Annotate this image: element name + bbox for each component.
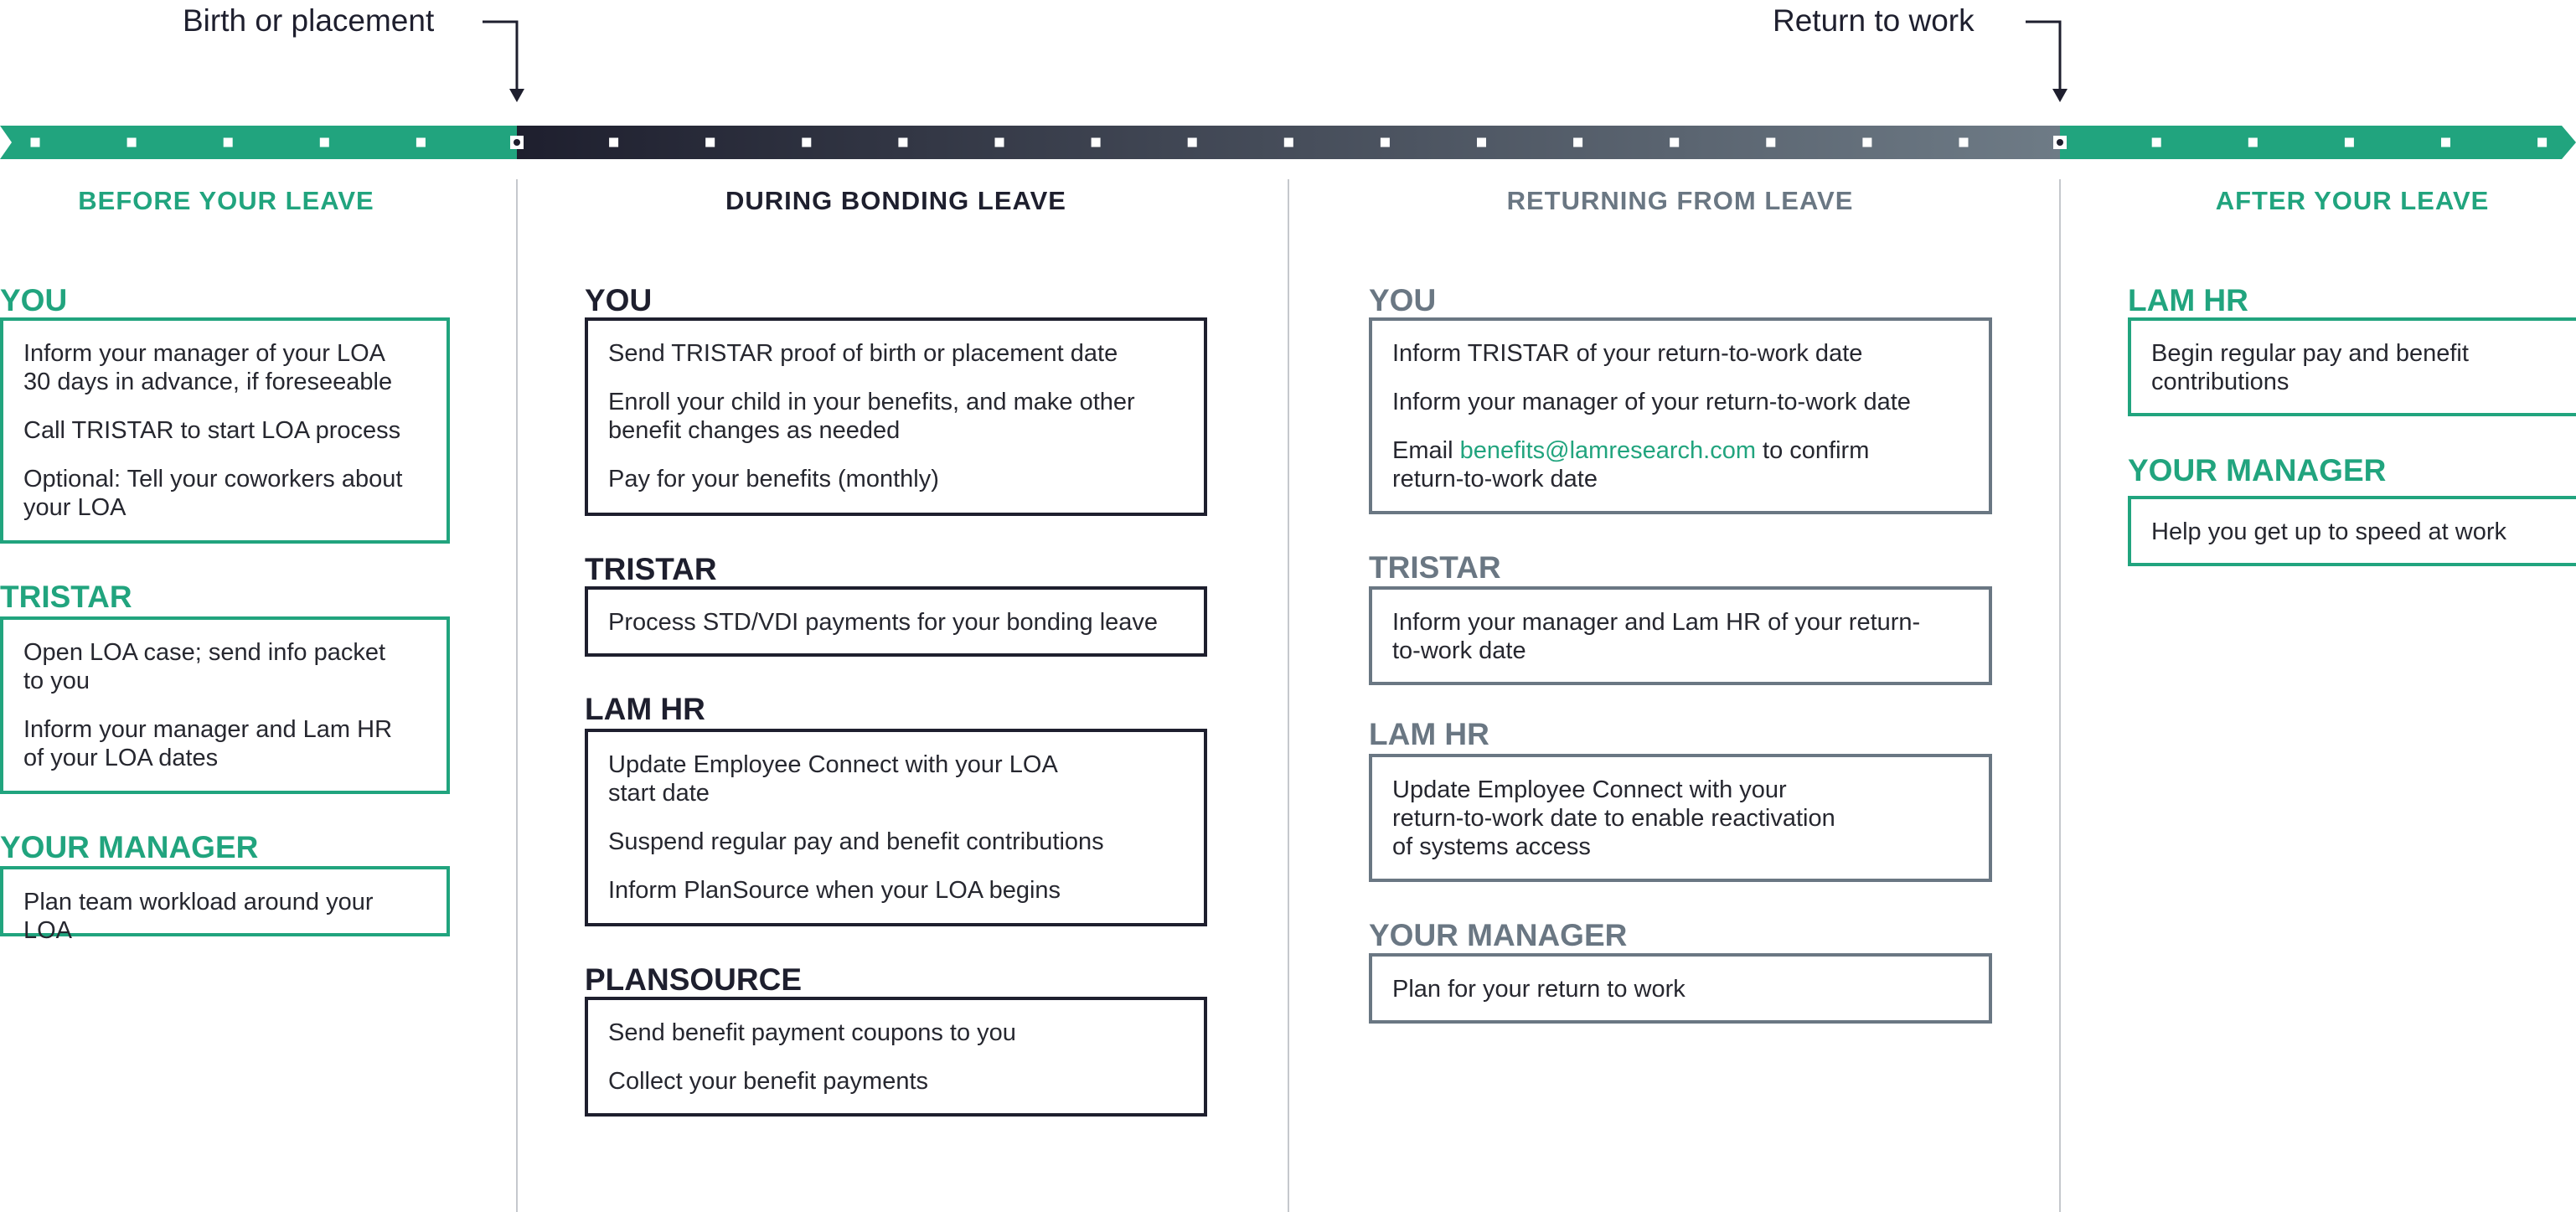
- timeline-dot: [1862, 137, 1872, 147]
- returning-manager-box: Plan for your return to work: [1369, 953, 1992, 1024]
- phase-title-before: BEFORE YOUR LEAVE: [78, 186, 374, 215]
- timeline-dot: [1187, 137, 1197, 147]
- returning-you-box: Inform TRISTAR of your return-to-work da…: [1369, 317, 1992, 514]
- list-item: Pay for your benefits (monthly): [608, 466, 939, 493]
- after-manager-heading: YOUR MANAGER: [2128, 453, 2387, 487]
- list-item: Update Employee Connect with your return…: [1392, 776, 1835, 860]
- timeline-dots: [30, 136, 2548, 149]
- list-item: Help you get up to speed at work: [2151, 518, 2506, 545]
- before-tristar-box: Open LOA case; send info packet to you In…: [0, 616, 450, 794]
- timeline-dot: [2151, 137, 2161, 147]
- divider-1: [516, 179, 518, 1212]
- timeline-dot: [1380, 137, 1390, 147]
- timeline-dot: [705, 137, 715, 147]
- timeline-dot: [2441, 137, 2450, 147]
- returning-you-email-item: Email benefits@lamresearch.com to confir…: [1392, 436, 1969, 493]
- timeline-dot: [2537, 137, 2548, 147]
- list-item: Inform PlanSource when your LOA begins: [608, 877, 1061, 904]
- list-item: Inform TRISTAR of your return-to-work da…: [1392, 340, 1863, 367]
- email-prefix: Email: [1392, 437, 1460, 464]
- after-lamhr-box: Begin regular pay and benefit contributi…: [2128, 317, 2576, 416]
- list-item: Send benefit payment coupons to you: [608, 1019, 1016, 1046]
- returning-lamhr-heading: LAM HR: [1369, 717, 1489, 751]
- before-manager-heading: YOUR MANAGER: [0, 830, 259, 864]
- list-item: Inform your manager of your LOA 30 days …: [23, 340, 393, 395]
- list-item: Inform your manager and Lam HR of your r…: [1392, 609, 1921, 664]
- timeline-marker: [2053, 136, 2067, 149]
- list-item: Plan for your return to work: [1392, 976, 1685, 1003]
- list-item: Collect your benefit payments: [608, 1068, 929, 1095]
- timeline-dot: [30, 137, 40, 147]
- phase-title-during: DURING BONDING LEAVE: [725, 186, 1066, 215]
- list-item: Process STD/VDI payments for your bondin…: [608, 609, 1159, 636]
- pointer-return-arrow: [2026, 20, 2062, 90]
- timeline-marker: [510, 136, 524, 149]
- timeline-dot: [416, 137, 426, 147]
- leave-timeline-diagram: Birth or placement Return to work BEFORE…: [0, 0, 2576, 1212]
- during-plansource-box: Send benefit payment coupons to you Colle…: [585, 997, 1207, 1117]
- before-tristar-heading: TRISTAR: [0, 580, 132, 614]
- email-link[interactable]: benefits@lamresearch.com: [1460, 437, 1756, 464]
- list-item: Open LOA case; send info packet to you: [23, 639, 386, 694]
- list-item: Update Employee Connect with your LOA st…: [608, 751, 1058, 807]
- pointer-return-arrowhead: [2052, 89, 2068, 102]
- timeline-marker-center: [514, 139, 520, 146]
- timeline-dot: [1573, 137, 1583, 147]
- timeline-marker-center: [2057, 139, 2063, 146]
- list-item: Inform your manager of your return-to-wo…: [1392, 389, 1911, 415]
- returning-lamhr-box: Update Employee Connect with your return…: [1369, 754, 1992, 882]
- after-lamhr-heading: LAM HR: [2128, 283, 2248, 317]
- returning-manager-heading: YOUR MANAGER: [1369, 918, 1628, 952]
- timeline-dot: [1670, 137, 1680, 147]
- timeline-dot: [1766, 137, 1776, 147]
- during-you-heading: YOU: [585, 283, 653, 317]
- returning-you-items: Inform TRISTAR of your return-to-work da…: [1392, 339, 1969, 416]
- divider-3: [2059, 179, 2061, 1212]
- during-you-box: Send TRISTAR proof of birth or placement…: [585, 317, 1207, 516]
- before-you-box: Inform your manager of your LOA 30 days …: [0, 317, 450, 544]
- timeline-dot: [1091, 137, 1101, 147]
- pointer-birth-arrowhead: [509, 89, 524, 102]
- before-manager-box: Plan team workload around your LOA: [0, 866, 450, 944]
- divider-2: [1288, 179, 1289, 1212]
- timeline-dot: [1283, 137, 1293, 147]
- pointer-label-birth: Birth or placement: [183, 3, 435, 38]
- timeline-dot: [802, 137, 812, 147]
- list-item: Suspend regular pay and benefit contribu…: [608, 828, 1104, 855]
- timeline-dot: [609, 137, 619, 147]
- list-item: Inform your manager and Lam HR of your L…: [23, 716, 393, 771]
- phase-title-after: AFTER YOUR LEAVE: [2215, 186, 2490, 215]
- timeline-segment-after: [2060, 126, 2576, 159]
- timeline-dot: [2344, 137, 2354, 147]
- timeline-dot: [126, 137, 137, 147]
- timeline-dot: [1959, 137, 1969, 147]
- before-you-heading: YOU: [0, 283, 68, 317]
- timeline-segment-before: [0, 126, 517, 159]
- list-item: Optional: Tell your coworkers about your…: [23, 466, 403, 521]
- during-plansource-heading: PLANSOURCE: [585, 962, 803, 997]
- during-tristar-box: Process STD/VDI payments for your bondin…: [585, 586, 1207, 657]
- timeline-segment-leave: [517, 126, 2060, 159]
- after-manager-box: Help you get up to speed at work: [2128, 496, 2576, 566]
- list-item: Call TRISTAR to start LOA process: [23, 417, 401, 444]
- timeline-dot: [223, 137, 233, 147]
- pointer-birth-arrow: [483, 20, 519, 90]
- pointer-label-return: Return to work: [1773, 3, 1975, 38]
- list-item: Enroll your child in your benefits, and …: [608, 389, 1135, 444]
- timeline-dot: [319, 137, 329, 147]
- during-tristar-heading: TRISTAR: [585, 552, 717, 586]
- list-item: Send TRISTAR proof of birth or placement…: [608, 340, 1118, 367]
- phase-title-returning: RETURNING FROM LEAVE: [1506, 186, 1854, 215]
- list-item: Begin regular pay and benefit contributi…: [2151, 340, 2469, 395]
- during-lamhr-box: Update Employee Connect with your LOA st…: [585, 729, 1207, 926]
- returning-tristar-heading: TRISTAR: [1369, 550, 1501, 585]
- timeline-dot: [898, 137, 908, 147]
- returning-you-heading: YOU: [1369, 283, 1437, 317]
- list-item: Plan team workload around your LOA: [23, 889, 374, 944]
- timeline-dot: [1477, 137, 1486, 147]
- timeline-dot: [2248, 137, 2258, 147]
- timeline-dot: [994, 137, 1004, 147]
- returning-tristar-box: Inform your manager and Lam HR of your r…: [1369, 586, 1992, 685]
- during-lamhr-heading: LAM HR: [585, 692, 705, 726]
